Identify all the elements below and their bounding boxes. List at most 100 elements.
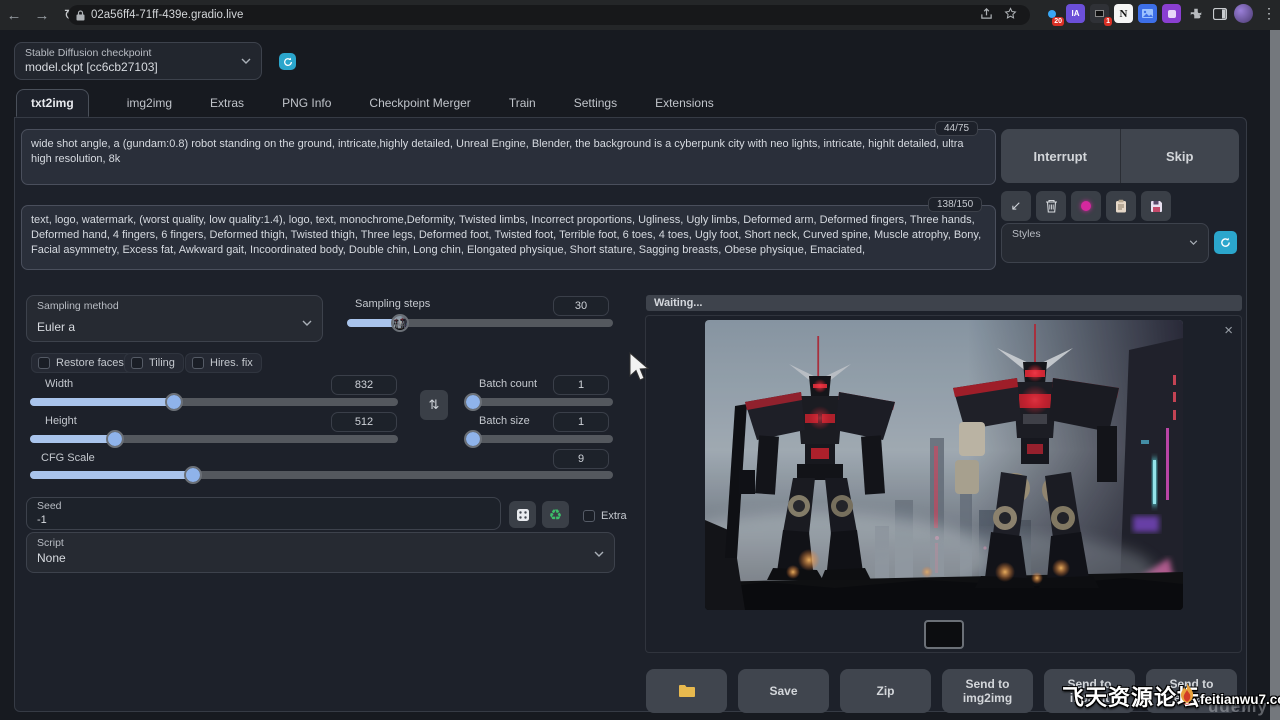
sampling-steps-input[interactable]: 30 — [553, 296, 609, 316]
paste-params-button[interactable]: ↙ — [1001, 191, 1031, 221]
watermark-domain-text: feitianwu7.com — [1200, 692, 1280, 707]
bookmark-star-icon[interactable] — [998, 7, 1022, 23]
chevron-down-icon — [1189, 232, 1198, 250]
batch-size-label: Batch size — [479, 415, 530, 427]
extensions-strip: 20 IA 1 N ⋮ — [1042, 4, 1276, 23]
extension-icon[interactable] — [1138, 4, 1157, 23]
slider-thumb[interactable] — [108, 432, 122, 446]
sampling-method-label: Sampling method — [37, 300, 119, 312]
random-seed-button[interactable] — [509, 501, 536, 528]
app-window: ← → ↻ 02a56ff4-71ff-439e.gradio.live 20 … — [0, 0, 1280, 720]
save-style-button[interactable] — [1141, 191, 1171, 221]
extra-networks-icon — [1081, 201, 1091, 211]
tab-png-info[interactable]: PNG Info — [282, 96, 331, 110]
swap-dimensions-button[interactable]: ⇅ — [420, 390, 448, 420]
checkpoint-dropdown[interactable]: Stable Diffusion checkpoint model.ckpt [… — [14, 42, 262, 80]
txt2img-panel: wide shot angle, a (gundam:0.8) robot st… — [14, 117, 1247, 712]
url-bar[interactable]: 02a56ff4-71ff-439e.gradio.live — [68, 5, 1030, 25]
swap-arrows-icon: ⇅ — [429, 397, 440, 413]
close-icon[interactable]: × — [1224, 324, 1233, 338]
sampling-steps-slider[interactable] — [347, 319, 613, 327]
negative-prompt-input[interactable]: text, logo, watermark, (worst quality, l… — [21, 205, 996, 270]
script-dropdown[interactable]: Script None — [26, 532, 615, 573]
styles-label: Styles — [1012, 228, 1041, 240]
apply-styles-button[interactable] — [1106, 191, 1136, 221]
seed-extra-checkbox[interactable]: Extra — [577, 507, 635, 525]
sampling-method-dropdown[interactable]: Sampling method Euler a — [26, 295, 323, 342]
checkpoint-value: model.ckpt [cc6cb27103] — [25, 60, 158, 74]
extension-icon[interactable]: 1 — [1090, 4, 1109, 23]
styles-dropdown[interactable]: Styles — [1001, 223, 1209, 263]
checkbox-icon — [583, 510, 595, 522]
tiling-checkbox[interactable]: Tiling — [124, 353, 184, 373]
batch-count-slider[interactable] — [469, 398, 613, 406]
height-slider[interactable] — [30, 435, 398, 443]
generated-image[interactable] — [705, 320, 1183, 610]
hires-fix-checkbox[interactable]: Hires. fix — [185, 353, 262, 373]
seed-input[interactable]: Seed -1 — [26, 497, 501, 530]
chevron-down-icon — [241, 51, 251, 69]
slider-thumb[interactable] — [186, 468, 200, 482]
clipboard-icon — [1115, 199, 1127, 213]
extension-icon[interactable]: 20 — [1042, 4, 1061, 23]
tab-checkpoint-merger[interactable]: Checkpoint Merger — [369, 96, 470, 110]
batch-size-input[interactable]: 1 — [553, 412, 609, 432]
gallery-thumbnail[interactable] — [926, 622, 962, 647]
profile-avatar[interactable] — [1234, 4, 1253, 23]
tab-txt2img[interactable]: txt2img — [16, 89, 89, 117]
checkbox-icon — [192, 357, 204, 369]
extension-icon[interactable]: N — [1114, 4, 1133, 23]
cfg-scale-label: CFG Scale — [41, 452, 95, 464]
checkpoint-refresh-button[interactable] — [279, 53, 296, 70]
height-label: Height — [45, 415, 77, 427]
batch-count-input[interactable]: 1 — [553, 375, 609, 395]
seed-value: -1 — [37, 514, 47, 526]
skip-button[interactable]: Skip — [1121, 129, 1240, 183]
extension-icon[interactable]: IA — [1066, 4, 1085, 23]
zip-button[interactable]: Zip — [840, 669, 931, 713]
styles-refresh-button[interactable] — [1214, 231, 1237, 254]
prompt-input[interactable]: wide shot angle, a (gundam:0.8) robot st… — [21, 129, 996, 185]
url-text[interactable]: 02a56ff4-71ff-439e.gradio.live — [91, 9, 974, 21]
tab-extras[interactable]: Extras — [210, 96, 244, 110]
width-slider[interactable] — [30, 398, 398, 406]
browser-menu-icon[interactable]: ⋮ — [1262, 5, 1276, 22]
refresh-icon — [1220, 237, 1231, 248]
slider-thumb[interactable] — [393, 316, 407, 330]
page-scrollbar[interactable] — [1270, 30, 1280, 720]
send-to-img2img-button[interactable]: Send to img2img — [942, 669, 1033, 713]
tab-img2img[interactable]: img2img — [127, 96, 172, 110]
interrupt-button[interactable]: Interrupt — [1001, 129, 1121, 183]
chevron-down-icon — [302, 313, 312, 331]
back-icon[interactable]: ← — [0, 7, 28, 24]
batch-size-slider[interactable] — [469, 435, 613, 443]
forward-icon[interactable]: → — [28, 7, 56, 24]
open-folder-button[interactable] — [646, 669, 727, 713]
clear-prompt-button[interactable] — [1036, 191, 1066, 221]
height-input[interactable]: 512 — [331, 412, 397, 432]
folder-icon — [678, 684, 696, 698]
cfg-scale-input[interactable]: 9 — [553, 449, 609, 469]
tab-settings[interactable]: Settings — [574, 96, 617, 110]
width-input[interactable]: 832 — [331, 375, 397, 395]
extra-networks-button[interactable] — [1071, 191, 1101, 221]
cfg-scale-slider[interactable] — [30, 471, 613, 479]
recycle-icon: ♻ — [549, 506, 562, 524]
paste-arrow-icon: ↙ — [1011, 198, 1022, 214]
reuse-seed-button[interactable]: ♻ — [542, 501, 569, 528]
checkpoint-label: Stable Diffusion checkpoint — [25, 47, 151, 59]
share-icon[interactable] — [974, 7, 998, 23]
side-panel-icon[interactable] — [1210, 4, 1229, 23]
tab-train[interactable]: Train — [509, 96, 536, 110]
extension-icon[interactable] — [1162, 4, 1181, 23]
sampling-steps-label: Sampling steps — [355, 298, 430, 310]
puzzle-extensions-icon[interactable] — [1186, 4, 1205, 23]
slider-thumb[interactable] — [466, 432, 480, 446]
slider-thumb[interactable] — [167, 395, 181, 409]
save-button[interactable]: Save — [738, 669, 829, 713]
slider-thumb[interactable] — [466, 395, 480, 409]
tab-extensions[interactable]: Extensions — [655, 96, 714, 110]
script-value: None — [37, 551, 66, 565]
prompt-tools: ↙ — [1001, 191, 1171, 221]
restore-faces-checkbox[interactable]: Restore faces — [31, 353, 133, 373]
